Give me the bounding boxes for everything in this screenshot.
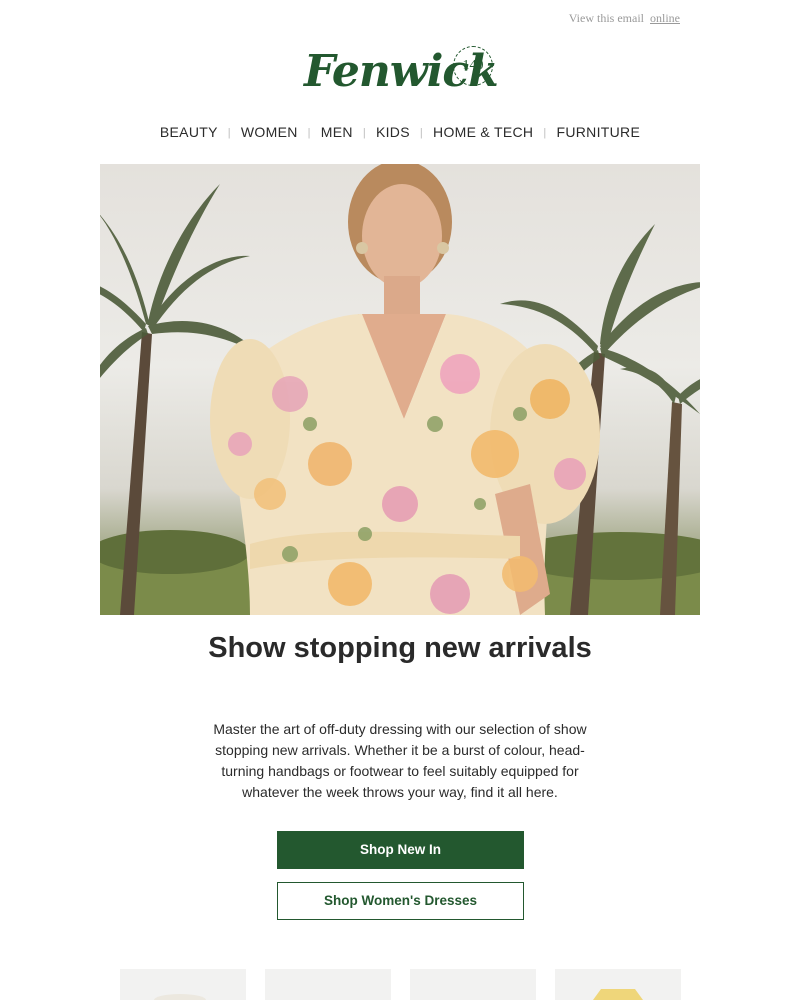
headline: Show stopping new arrivals (208, 632, 592, 664)
hero-image[interactable] (100, 164, 700, 615)
product-tile[interactable] (410, 969, 536, 1000)
body-copy: Master the art of off-duty dressing with… (213, 721, 587, 800)
product-image (593, 989, 643, 1000)
hero-illustration (100, 164, 700, 615)
nav-item-beauty[interactable]: BEAUTY (150, 124, 228, 140)
shop-new-in-button[interactable]: Shop New In (277, 831, 524, 869)
view-online-link[interactable]: online (650, 11, 680, 25)
fenwick-logo[interactable]: Fenwick 140 (300, 40, 500, 106)
nav-item-women[interactable]: WOMEN (231, 124, 308, 140)
nav-item-men[interactable]: MEN (311, 124, 363, 140)
view-online-prefix: View this email (568, 11, 644, 25)
product-tile[interactable] (555, 969, 681, 1000)
nav-item-home-tech[interactable]: HOME & TECH (423, 124, 543, 140)
shop-womens-dresses-button[interactable]: Shop Women's Dresses (277, 882, 524, 920)
nav-item-furniture[interactable]: FURNITURE (547, 124, 651, 140)
nav-item-kids[interactable]: KIDS (366, 124, 420, 140)
logo-140-badge: 140 (453, 46, 493, 86)
product-tile[interactable] (120, 969, 246, 1000)
product-tile[interactable] (265, 969, 391, 1000)
view-online-line: View this email online (569, 11, 680, 26)
product-image (154, 994, 206, 1000)
main-nav: BEAUTY | WOMEN | MEN | KIDS | HOME & TECH | FURNIT… (0, 124, 800, 140)
